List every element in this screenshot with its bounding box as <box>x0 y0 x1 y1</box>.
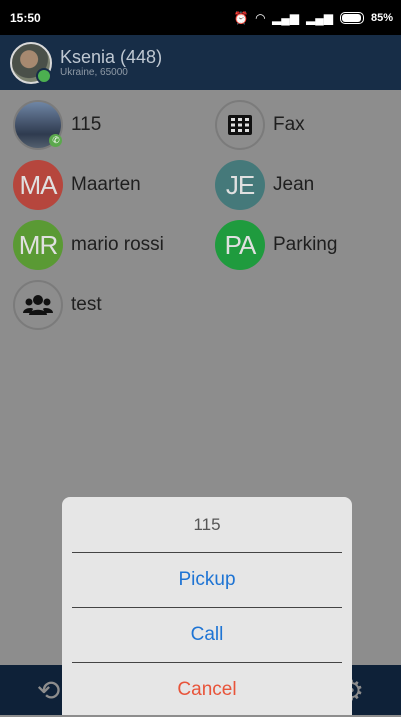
cancel-button[interactable]: Cancel <box>62 663 352 717</box>
contact-item[interactable]: ✆ 115 <box>13 99 101 151</box>
keypad-icon <box>215 100 265 150</box>
account-name: Ksenia (448) <box>60 47 163 67</box>
contact-item[interactable]: JE Jean <box>215 159 314 211</box>
pickup-button[interactable]: Pickup <box>62 553 352 607</box>
contact-initials-avatar: JE <box>215 160 265 210</box>
contact-initials-avatar: PA <box>215 220 265 270</box>
contact-photo: ✆ <box>13 100 63 150</box>
signal-icon: ▂▄▆ <box>306 10 333 25</box>
phone-icon: ✆ <box>49 134 62 147</box>
contact-initials-avatar: MR <box>13 220 63 270</box>
avatar[interactable] <box>10 41 52 84</box>
status-bar: 15:50 ⏰ ◠ ▂▄▆ ▂▄▆ 85% <box>0 0 401 35</box>
status-icons: ⏰ ◠ ▂▄▆ ▂▄▆ 85% <box>234 11 393 25</box>
contact-initials-avatar: MA <box>13 160 63 210</box>
contact-label: test <box>71 294 102 315</box>
contact-label: 115 <box>71 114 102 135</box>
contact-label: Jean <box>273 174 315 195</box>
status-time: 15:50 <box>10 10 41 25</box>
wifi-icon: ◠ <box>255 10 266 25</box>
battery-icon <box>339 11 364 24</box>
contact-item[interactable]: MR mario rossi <box>13 219 164 271</box>
contact-item[interactable]: PA Parking <box>215 219 337 271</box>
contact-label: Parking <box>273 234 338 255</box>
history-icon[interactable]: ⟲ <box>37 674 60 707</box>
battery-percent: 85% <box>370 11 393 24</box>
contact-item[interactable]: MA Maarten <box>13 159 141 211</box>
signal-icon: ▂▄▆ <box>272 10 299 25</box>
alarm-icon: ⏰ <box>233 10 249 25</box>
contact-label: Maarten <box>71 174 141 195</box>
contact-item[interactable]: Fax <box>215 99 305 151</box>
dialog-title: 115 <box>193 514 221 534</box>
presence-status-icon <box>36 67 52 84</box>
account-location: Ukraine, 65000 <box>60 67 128 78</box>
contact-item[interactable]: test <box>13 279 102 331</box>
call-action-dialog: 115 Pickup Call Cancel <box>62 497 352 715</box>
call-button[interactable]: Call <box>62 608 352 662</box>
contact-label: mario rossi <box>71 234 164 255</box>
contact-label: Fax <box>273 114 305 135</box>
group-icon <box>13 280 63 330</box>
account-header[interactable]: Ksenia (448) Ukraine, 65000 <box>0 35 401 90</box>
